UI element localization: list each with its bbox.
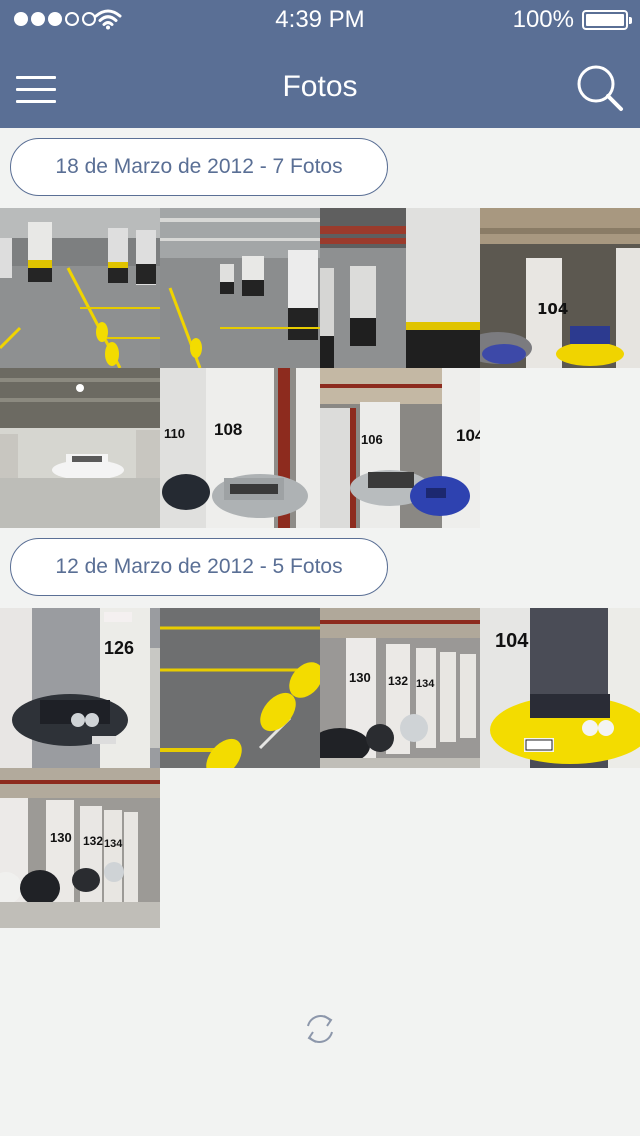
space-number: 130: [349, 670, 371, 685]
photo-thumbnail[interactable]: [320, 208, 480, 368]
space-number: 132: [83, 834, 104, 848]
refresh-icon[interactable]: [302, 1010, 338, 1048]
space-number: 106: [361, 432, 383, 447]
space-number: 104: [456, 426, 480, 445]
photo-thumbnail[interactable]: 130 132 134: [320, 608, 480, 768]
photo-thumbnail[interactable]: [0, 208, 160, 368]
photo-thumbnail[interactable]: [0, 368, 160, 528]
battery-icon: [582, 10, 632, 30]
space-number: 134: [104, 838, 123, 850]
photo-thumbnail[interactable]: 106 104: [320, 368, 480, 528]
space-number: 104: [537, 300, 569, 318]
page-title: Fotos: [282, 70, 358, 103]
search-icon[interactable]: [574, 62, 626, 114]
battery-percentage: 100%: [512, 6, 574, 33]
photo-thumbnail[interactable]: 104: [480, 208, 640, 368]
photo-thumbnail[interactable]: [160, 608, 320, 768]
photo-thumbnail[interactable]: 126: [0, 608, 160, 768]
space-number: 130: [50, 830, 72, 845]
space-number: 126: [104, 638, 135, 658]
photo-thumbnail[interactable]: 110 108: [160, 368, 320, 528]
space-number: 134: [416, 678, 435, 690]
date-section-header[interactable]: 12 de Marzo de 2012 - 5 Fotos: [10, 538, 388, 596]
status-bar: 4:39 PM 100%: [0, 0, 640, 40]
photo-thumbnail[interactable]: 104: [480, 608, 640, 768]
photo-thumbnail[interactable]: [160, 208, 320, 368]
space-number: 132: [388, 674, 409, 688]
navigation-header: 4:39 PM 100% Fotos: [0, 0, 640, 128]
date-section-header[interactable]: 18 de Marzo de 2012 - 7 Fotos: [10, 138, 388, 196]
space-number: 104: [495, 630, 529, 652]
space-number: 110: [164, 426, 185, 441]
photo-thumbnail[interactable]: 130 132 134: [0, 768, 160, 928]
space-number: 108: [214, 420, 243, 439]
